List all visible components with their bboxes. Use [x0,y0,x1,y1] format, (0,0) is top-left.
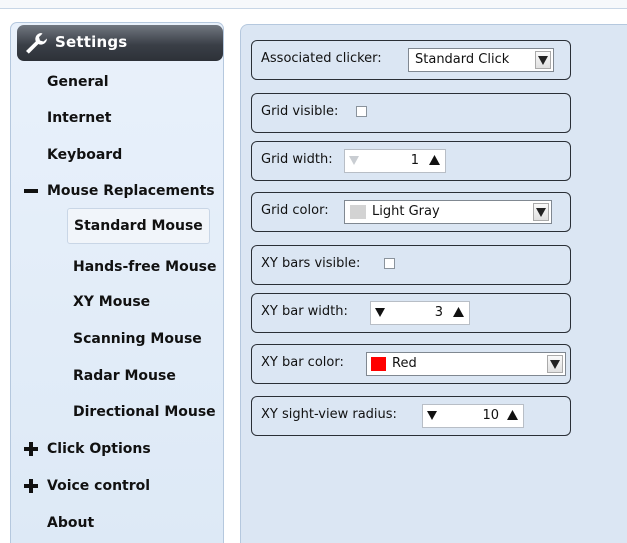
grid-color-dropdown[interactable]: Light Gray [344,200,552,224]
triangle-up-icon[interactable] [453,307,464,317]
triangle-down-icon[interactable] [349,156,359,165]
grid-visible-label: Grid visible: [261,104,339,119]
triangle-up-icon[interactable] [429,155,440,165]
xy-bars-visible-label: XY bars visible: [261,256,361,271]
xy-sight-view-radius-value: 10 [482,408,499,423]
sidebar-item-keyboard[interactable]: Keyboard [47,144,122,166]
settings-header: Settings [17,25,223,61]
triangle-down-icon [536,208,546,217]
standard-mouse-settings-panel: Associated clicker: Standard Click Grid … [240,24,627,543]
associated-clicker-label: Associated clicker: [261,51,382,66]
dropdown-arrow[interactable] [533,203,549,221]
sidebar-item-standard-mouse[interactable]: Standard Mouse [67,208,210,244]
plus-icon[interactable] [21,438,41,460]
sidebar-item-hands-free-mouse[interactable]: Hands-free Mouse [73,256,217,278]
sidebar-item-directional-mouse[interactable]: Directional Mouse [73,401,216,423]
sidebar-item-radar-mouse[interactable]: Radar Mouse [73,365,176,387]
minus-icon[interactable] [21,180,41,202]
triangle-down-icon [538,56,548,65]
sidebar-item-click-options[interactable]: Click Options [24,438,151,460]
sidebar-item-xy-mouse[interactable]: XY Mouse [73,291,150,313]
xy-bar-color-swatch [371,357,386,371]
xy-bar-width-group: XY bar width: 3 [251,293,571,333]
plus-icon[interactable] [21,475,41,497]
xy-bar-color-value: Red [392,356,417,371]
associated-clicker-dropdown[interactable]: Standard Click [408,48,554,72]
settings-sidebar: Settings General Internet Keyboard Mouse… [10,22,224,543]
xy-sight-view-radius-group: XY sight-view radius: 10 [251,396,571,436]
sidebar-item-internet[interactable]: Internet [47,107,111,129]
xy-bar-color-label: XY bar color: [261,355,344,370]
dropdown-arrow[interactable] [535,51,551,69]
sidebar-item-mouse-replacements[interactable]: Mouse Replacements [24,180,215,202]
sidebar-item-label: Voice control [47,478,151,494]
top-edge [0,0,627,9]
triangle-down-icon[interactable] [427,411,437,420]
grid-width-group: Grid width: 1 [251,141,571,181]
grid-color-group: Grid color: Light Gray [251,192,571,232]
xy-sight-view-radius-stepper[interactable]: 10 [422,404,524,428]
xy-bars-visible-group: XY bars visible: [251,245,571,285]
grid-visible-checkbox[interactable] [356,106,367,117]
sidebar-item-scanning-mouse[interactable]: Scanning Mouse [73,328,202,350]
sidebar-item-general[interactable]: General [47,71,109,93]
settings-title: Settings [55,33,128,51]
sidebar-item-label: Mouse Replacements [47,183,215,199]
triangle-down-icon[interactable] [375,308,385,317]
xy-bar-width-stepper[interactable]: 3 [370,301,470,325]
associated-clicker-value: Standard Click [415,52,510,67]
grid-color-swatch [350,205,366,219]
triangle-up-icon[interactable] [507,410,518,420]
sidebar-item-about[interactable]: About [47,512,94,534]
grid-visible-group: Grid visible: [251,93,571,133]
xy-bar-width-value: 3 [434,305,443,320]
triangle-down-icon [550,360,560,369]
grid-width-label: Grid width: [261,152,333,167]
associated-clicker-group: Associated clicker: Standard Click [251,40,571,80]
sidebar-item-voice-control[interactable]: Voice control [24,475,151,497]
xy-bar-width-label: XY bar width: [261,304,348,319]
wrench-icon [26,33,48,54]
grid-color-label: Grid color: [261,203,329,218]
dropdown-arrow[interactable] [547,355,563,373]
grid-width-value: 1 [410,153,419,168]
grid-width-stepper[interactable]: 1 [344,149,446,173]
sidebar-item-label: Click Options [47,441,151,457]
xy-sight-view-radius-label: XY sight-view radius: [261,407,397,422]
xy-bar-color-dropdown[interactable]: Red [366,352,566,376]
xy-bar-color-group: XY bar color: Red [251,344,571,384]
xy-bars-visible-checkbox[interactable] [384,258,395,269]
grid-color-value: Light Gray [372,204,440,219]
